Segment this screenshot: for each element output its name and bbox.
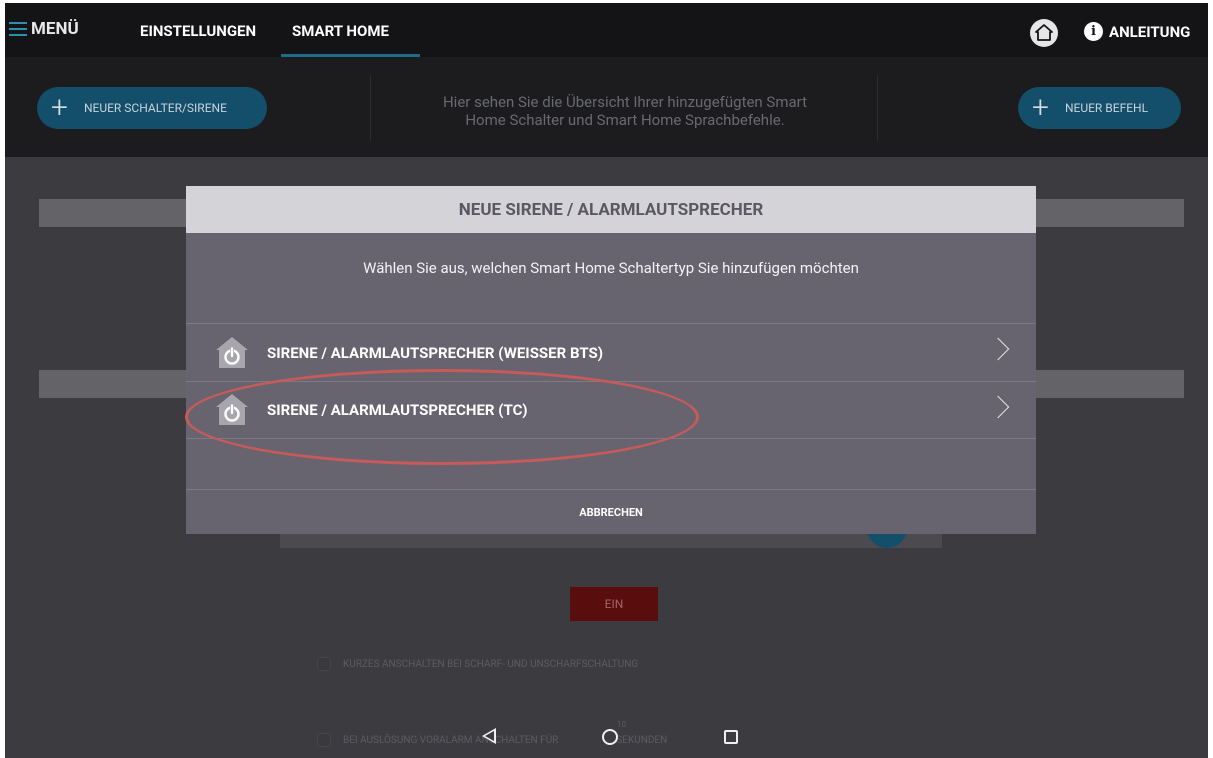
new-command-label: NEUER BEFEHL (1064, 101, 1149, 115)
header-info-line-2: Home Schalter und Smart Home Sprachbefeh… (465, 111, 785, 129)
cancel-button[interactable]: ABBRECHEN (186, 489, 1036, 534)
new-command-button[interactable]: + NEUER BEFEHL (1018, 87, 1181, 129)
plus-icon: + (1032, 90, 1049, 125)
dialog-subtitle: Wählen Sie aus, welchen Smart Home Schal… (363, 259, 859, 277)
dialog-title: NEUE SIRENE / ALARMLAUTSPRECHER (186, 186, 1036, 233)
highlight-ellipse (185, 369, 699, 465)
option-label: SIRENE / ALARMLAUTSPRECHER (WEISSER BTS) (267, 343, 603, 362)
short-switch-label: KURZES ANSCHALTEN BEI SCHARF- UND UNSCHA… (343, 658, 639, 670)
ein-button[interactable]: EIN (570, 587, 658, 621)
house-power-icon (214, 335, 250, 371)
prealarm-seconds-value[interactable]: 10 (617, 720, 626, 729)
new-siren-dialog: NEUE SIRENE / ALARMLAUTSPRECHER Wählen S… (186, 186, 1036, 534)
option-siren-white-bts[interactable]: SIRENE / ALARMLAUTSPRECHER (WEISSER BTS) (186, 323, 1036, 381)
header-info-text: Hier sehen Sie die Übersicht Ihrer hinzu… (370, 93, 880, 129)
short-switch-checkbox[interactable] (317, 657, 331, 671)
nav-recent-apps-icon[interactable] (724, 730, 738, 744)
prealarm-checkbox[interactable] (317, 733, 331, 747)
short-switch-option[interactable]: KURZES ANSCHALTEN BEI SCHARF- UND UNSCHA… (317, 657, 638, 671)
hamburger-icon (9, 22, 27, 36)
prealarm-label-suffix: SEKUNDEN (616, 734, 668, 746)
app-screen: MENÜ EINSTELLUNGEN SMART HOME i ANLEITUN… (5, 3, 1208, 758)
tab-smart-home[interactable]: SMART HOME (292, 22, 389, 40)
tab-einstellungen[interactable]: EINSTELLUNGEN (140, 22, 256, 40)
menu-label: MENÜ (31, 19, 79, 39)
new-switch-button[interactable]: + NEUER SCHALTER/SIRENE (37, 87, 267, 129)
nav-home-icon[interactable] (602, 729, 618, 745)
home-button[interactable] (1030, 19, 1058, 47)
info-icon: i (1084, 22, 1103, 41)
menu-button[interactable]: MENÜ (9, 19, 79, 39)
anleitung-button[interactable]: i ANLEITUNG (1084, 22, 1190, 41)
header-divider-right (877, 75, 878, 141)
plus-icon: + (51, 90, 68, 125)
top-bar: MENÜ EINSTELLUNGEN SMART HOME i ANLEITUN… (5, 3, 1208, 57)
header-info-line-1: Hier sehen Sie die Übersicht Ihrer hinzu… (442, 93, 808, 111)
new-switch-label: NEUER SCHALTER/SIRENE (83, 101, 227, 115)
anleitung-label: ANLEITUNG (1109, 22, 1191, 41)
house-icon (1035, 24, 1053, 41)
prealarm-label-prefix: BEI AUSLÖSUNG VORALARM ANSCHALTEN FÜR (343, 734, 559, 746)
nav-back-icon[interactable] (482, 728, 496, 744)
